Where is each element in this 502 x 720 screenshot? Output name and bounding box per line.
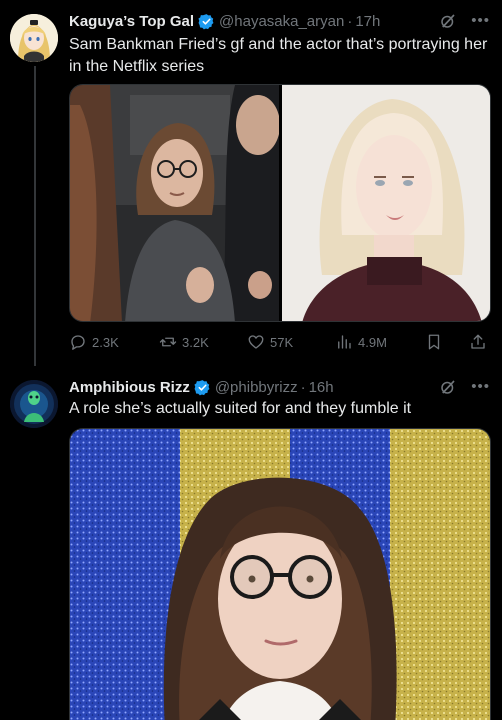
- repost-icon: [159, 337, 177, 347]
- tweet-1[interactable]: Kaguya’s Top Gal @hayasaka_aryan · 17h •…: [0, 8, 502, 370]
- separator-dot: ·: [347, 12, 353, 30]
- views-button[interactable]: 4.9M: [335, 333, 387, 351]
- tweet-header: Kaguya’s Top Gal @hayasaka_aryan · 17h •…: [69, 12, 490, 30]
- tweet-media[interactable]: [69, 428, 491, 720]
- photo-courthouse[interactable]: [70, 85, 279, 321]
- share-icon: [471, 334, 485, 349]
- bookmark-button[interactable]: [425, 333, 443, 351]
- reply-count: 2.3K: [92, 334, 119, 350]
- handle[interactable]: @phibbyrizz: [215, 379, 298, 396]
- views-icon: [338, 335, 351, 349]
- reply-icon: [71, 335, 85, 350]
- tweet-2[interactable]: Amphibious Rizz @phibbyrizz · 16h ••• A …: [0, 370, 502, 720]
- display-name[interactable]: Amphibious Rizz: [69, 379, 190, 396]
- tweet-text: A role she’s actually suited for and the…: [69, 400, 412, 417]
- more-icon[interactable]: •••: [471, 379, 490, 394]
- avatar[interactable]: [10, 380, 58, 428]
- verified-icon: [198, 13, 214, 29]
- more-icon[interactable]: •••: [471, 13, 490, 28]
- timestamp[interactable]: 17h: [355, 13, 380, 30]
- tweet-media[interactable]: [69, 84, 491, 322]
- verified-icon: [194, 379, 210, 395]
- tweet-text: Sam Bankman Fried’s gf and the actor tha…: [69, 36, 488, 75]
- reply-button[interactable]: 2.3K: [69, 333, 119, 351]
- display-name[interactable]: Kaguya’s Top Gal: [69, 13, 194, 30]
- share-button[interactable]: [469, 333, 487, 351]
- avatar[interactable]: [10, 14, 58, 62]
- repost-button[interactable]: 3.2K: [159, 333, 209, 351]
- bookmark-icon: [428, 334, 440, 350]
- tweet-actions: 2.3K 3.2K 57K 4.9M: [69, 330, 490, 354]
- like-count: 57K: [270, 334, 294, 350]
- separator-dot: ·: [300, 378, 306, 396]
- grok-icon[interactable]: [439, 12, 457, 30]
- handle[interactable]: @hayasaka_aryan: [219, 13, 344, 30]
- photo-actor-portrait[interactable]: [282, 85, 490, 321]
- like-icon: [248, 335, 264, 349]
- photo-glitter-portrait[interactable]: [70, 429, 491, 720]
- timestamp[interactable]: 16h: [309, 379, 334, 396]
- like-button[interactable]: 57K: [247, 333, 293, 351]
- repost-count: 3.2K: [182, 334, 209, 350]
- views-count: 4.9M: [358, 334, 387, 350]
- grok-icon[interactable]: [439, 378, 457, 396]
- tweet-header: Amphibious Rizz @phibbyrizz · 16h •••: [69, 378, 490, 396]
